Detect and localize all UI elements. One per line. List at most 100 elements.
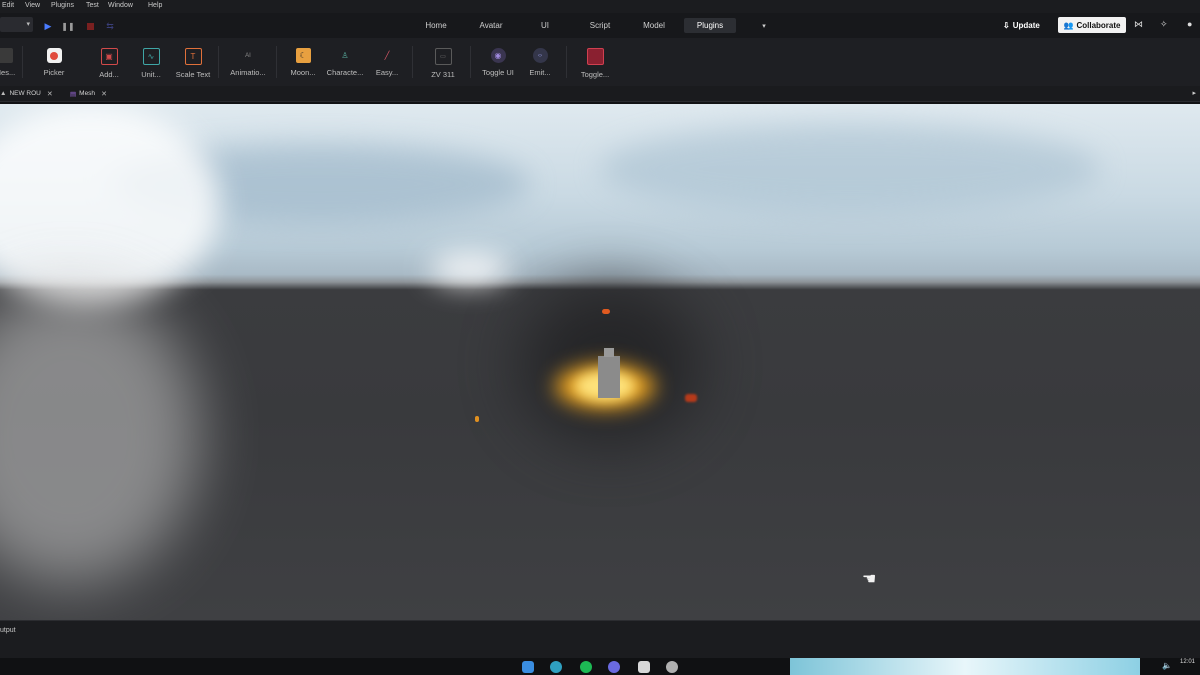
avatar-character[interactable] xyxy=(598,348,620,398)
add-icon: ▣ xyxy=(100,48,118,65)
menu-plugins[interactable]: Plugins xyxy=(51,2,74,9)
notifications-icon[interactable]: ● xyxy=(1187,19,1192,29)
tabs-overflow-icon[interactable]: ▸ xyxy=(1192,89,1196,97)
place-icon: ▲ xyxy=(0,90,7,97)
menu-help[interactable]: Help xyxy=(148,2,162,9)
doc-tab-label: Mesh xyxy=(79,90,96,97)
ribbon-animation-button[interactable]: AI Animatio... xyxy=(223,48,273,84)
document-tabs: ▲ NEW ROU ✕ ▤ Mesh ✕ ▸ xyxy=(0,86,1200,102)
mesh-icon xyxy=(0,48,13,63)
unit-icon: ∿ xyxy=(142,48,160,65)
ribbon-divider xyxy=(566,46,567,78)
ribbon-divider xyxy=(412,46,413,78)
doc-tab-place[interactable]: ▲ NEW ROU ✕ xyxy=(0,88,53,99)
sky-cloud xyxy=(600,124,1100,214)
ribbon-label: Toggle... xyxy=(580,70,610,79)
hand-cursor-icon: ☚ xyxy=(862,571,877,588)
toggle-icon xyxy=(586,48,604,65)
chevron-down-icon: ▾ xyxy=(26,21,30,28)
step-icon[interactable]: ⇆ xyxy=(102,18,118,34)
ribbon-emit-button[interactable]: ‹› Emit... xyxy=(515,48,565,84)
share-icon[interactable]: ⋈ xyxy=(1134,19,1143,30)
windows-start-icon[interactable] xyxy=(522,661,534,673)
sky-cloud xyxy=(430,254,510,284)
ribbon-label: Characte... xyxy=(326,68,364,77)
tab-model[interactable]: Model xyxy=(636,18,672,33)
ribbon-label: Toggle UI xyxy=(482,68,514,77)
toggle-ui-icon: ◉ xyxy=(490,48,506,63)
menu-view[interactable]: View xyxy=(25,2,40,9)
easy-icon: ╱ xyxy=(384,51,390,60)
update-button[interactable]: ⇩ Update xyxy=(1003,18,1040,32)
close-icon[interactable]: ✕ xyxy=(101,90,107,98)
ribbon-label: Add... xyxy=(99,70,119,79)
app-icon[interactable] xyxy=(666,661,678,673)
play-icon[interactable]: ▶ xyxy=(40,18,56,34)
more-tabs-icon[interactable]: ▾ xyxy=(758,18,770,33)
doc-tab-label: NEW ROU xyxy=(9,90,41,97)
ember-particle xyxy=(475,416,479,422)
picker-icon xyxy=(46,48,62,63)
menu-window[interactable]: Window xyxy=(108,2,133,9)
mesh-doc-icon: ▤ xyxy=(70,90,77,98)
output-label[interactable]: utput xyxy=(0,627,16,634)
ember-particle xyxy=(602,309,610,314)
doc-tab-mesh[interactable]: ▤ Mesh ✕ xyxy=(70,88,107,99)
stop-icon[interactable] xyxy=(82,18,98,34)
volume-icon[interactable]: 🔈 xyxy=(1162,661,1172,670)
ribbon-picker-button[interactable]: Picker xyxy=(29,48,79,84)
moon-icon: ☾ xyxy=(295,48,311,63)
ribbon-zv-button[interactable]: ▭ ZV 311 xyxy=(418,48,468,84)
ribbon-label: Picker xyxy=(43,68,65,77)
ribbon-divider xyxy=(470,46,471,78)
menu-bar: Edit View Plugins Test Window Help xyxy=(0,0,1200,13)
assistant-icon[interactable]: ✧ xyxy=(1160,19,1168,30)
ribbon-label: Scale Text xyxy=(175,70,211,79)
tab-plugins[interactable]: Plugins xyxy=(684,18,736,33)
output-panel: utput xyxy=(0,620,1200,659)
close-icon[interactable]: ✕ xyxy=(47,90,53,98)
update-icon: ⇩ xyxy=(1003,20,1010,30)
ribbon-mesh-button[interactable]: Mes... xyxy=(0,48,30,84)
zv-icon: ▭ xyxy=(434,48,452,65)
ember-particle xyxy=(685,394,697,402)
ribbon-divider xyxy=(218,46,219,78)
tab-avatar[interactable]: Avatar xyxy=(470,18,512,33)
ribbon-label: Moon... xyxy=(290,68,316,77)
tab-ui[interactable]: UI xyxy=(532,18,558,33)
animation-icon: AI xyxy=(245,52,251,59)
ribbon-label: Unit... xyxy=(141,70,161,79)
scale-text-icon: T xyxy=(184,48,202,65)
ribbon-label: Easy... xyxy=(375,68,399,77)
ribbon-label: Mes... xyxy=(0,68,16,77)
taskbar: 🔈 12:01 xyxy=(0,658,1200,675)
emit-icon: ‹› xyxy=(532,48,548,63)
mode-dropdown[interactable]: ▾ xyxy=(0,17,33,32)
menu-test[interactable]: Test xyxy=(86,2,99,9)
people-icon: 👥 xyxy=(1063,20,1074,30)
wallpaper-strip xyxy=(790,658,1140,675)
tab-script[interactable]: Script xyxy=(582,18,618,33)
sky-cloud xyxy=(0,104,220,304)
ribbon-label: ZV 311 xyxy=(431,70,455,79)
ribbon-scale-text-button[interactable]: T Scale Text xyxy=(168,48,218,84)
pause-icon[interactable]: ❚❚ xyxy=(60,18,76,34)
character-icon: ♙ xyxy=(341,51,349,60)
collaborate-label: Collaborate xyxy=(1076,20,1121,30)
spotify-icon[interactable] xyxy=(580,661,592,673)
ribbon-toggle-button[interactable]: Toggle... xyxy=(570,48,620,84)
discord-icon[interactable] xyxy=(608,661,620,673)
ribbon-label: Emit... xyxy=(529,68,551,77)
collaborate-button[interactable]: 👥 Collaborate xyxy=(1058,17,1126,33)
update-label: Update xyxy=(1012,20,1040,30)
tab-home[interactable]: Home xyxy=(416,18,456,33)
3d-viewport[interactable]: ☚ xyxy=(0,104,1200,620)
ribbon-easy-button[interactable]: ╱ Easy... xyxy=(362,48,412,84)
clock[interactable]: 12:01 xyxy=(1180,659,1195,665)
browser-icon[interactable] xyxy=(550,661,562,673)
light-haze xyxy=(0,284,200,584)
ribbon-label: Animatio... xyxy=(230,68,266,77)
roblox-icon[interactable] xyxy=(638,661,650,673)
ribbon-divider xyxy=(276,46,277,78)
menu-edit[interactable]: Edit xyxy=(2,2,14,9)
